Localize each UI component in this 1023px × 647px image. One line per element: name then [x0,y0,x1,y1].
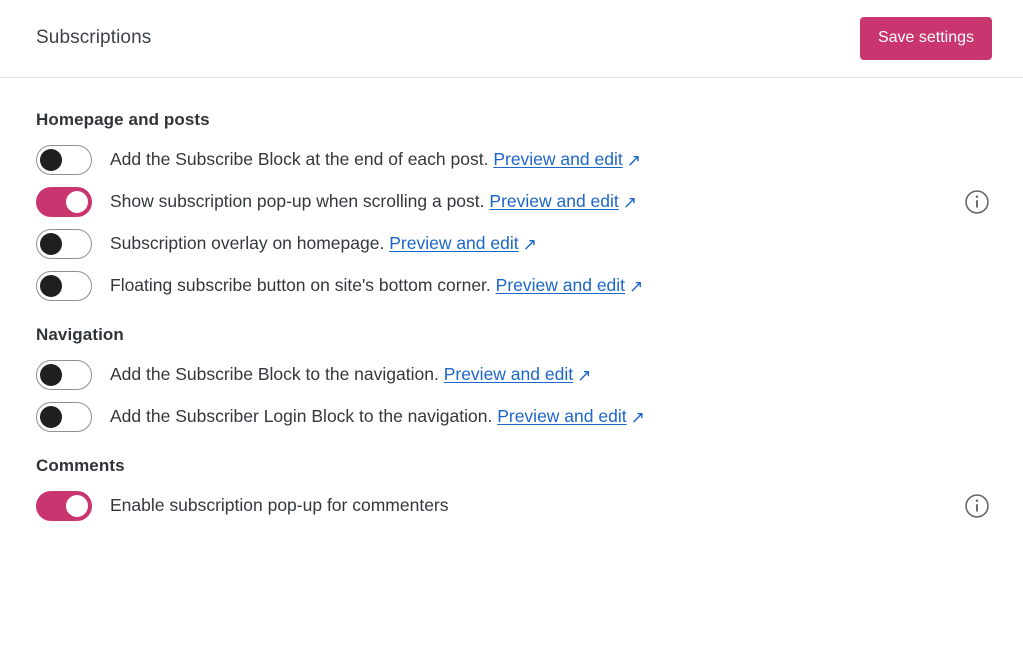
section-heading: Comments [36,456,125,476]
setting-label: Floating subscribe button on site's bott… [110,274,643,298]
info-slot [962,189,992,215]
page-title: Subscriptions [36,27,152,49]
toggle-subscription-overlay-homepage[interactable] [36,229,92,260]
setting-label-text: Add the Subscriber Login Block to the na… [110,406,493,427]
setting-row-main: Floating subscribe button on site's bott… [36,271,950,302]
setting-row-main: Add the Subscribe Block at the end of ea… [36,145,950,176]
external-link-arrow-icon[interactable]: ↗ [577,367,591,384]
setting-row: Subscription overlay on homepage. Previe… [36,223,992,265]
setting-row: Add the Subscribe Block at the end of ea… [36,139,992,181]
info-icon[interactable] [964,189,990,215]
toggle-subscribe-block-end-of-post[interactable] [36,145,92,176]
toggle-subscriber-login-block-navigation[interactable] [36,402,92,433]
setting-row-main: Enable subscription pop-up for commenter… [36,491,950,522]
info-icon[interactable] [964,493,990,519]
setting-row: Add the Subscriber Login Block to the na… [36,396,992,438]
setting-label: Add the Subscribe Block to the navigatio… [110,363,591,387]
toggle-knob [40,364,62,387]
setting-row: Add the Subscribe Block to the navigatio… [36,354,992,396]
setting-label: Enable subscription pop-up for commenter… [110,494,449,518]
panel-header: Subscriptions Save settings [0,0,1023,78]
toggle-knob [66,495,88,518]
preview-and-edit-link[interactable]: Preview and edit [489,191,618,211]
toggle-knob [40,275,62,298]
setting-label: Show subscription pop-up when scrolling … [110,190,637,214]
setting-label: Add the Subscriber Login Block to the na… [110,405,645,429]
setting-row-main: Show subscription pop-up when scrolling … [36,187,950,218]
toggle-knob [40,406,62,429]
toggle-knob [40,149,62,172]
setting-label-text: Add the Subscribe Block to the navigatio… [110,364,439,385]
setting-label-text: Floating subscribe button on site's bott… [110,275,491,296]
settings-section-navigation: Navigation Add the Subscribe Block to the… [36,324,992,438]
preview-and-edit-link[interactable]: Preview and edit [389,233,518,253]
preview-and-edit-link[interactable]: Preview and edit [493,149,622,169]
external-link-arrow-icon[interactable]: ↗ [629,278,643,295]
setting-label-text: Show subscription pop-up when scrolling … [110,191,485,212]
info-slot [962,362,992,388]
toggle-subscription-popup-scrolling[interactable] [36,187,92,218]
info-slot [962,231,992,257]
toggle-subscription-popup-commenters[interactable] [36,491,92,522]
external-link-arrow-icon[interactable]: ↗ [631,409,645,426]
setting-row: Show subscription pop-up when scrolling … [36,181,992,223]
setting-row-main: Add the Subscriber Login Block to the na… [36,402,950,433]
settings-list: Homepage and posts Add the Subscribe Bloc… [0,78,1023,647]
section-heading: Navigation [36,325,124,345]
external-link-arrow-icon[interactable]: ↗ [623,194,637,211]
info-slot [962,493,992,519]
setting-label: Subscription overlay on homepage. Previe… [110,232,537,256]
settings-section-homepage-and-posts: Homepage and posts Add the Subscribe Bloc… [36,109,992,307]
setting-label-text: Add the Subscribe Block at the end of ea… [110,149,489,170]
setting-row: Floating subscribe button on site's bott… [36,265,992,307]
subscriptions-settings-panel: Subscriptions Save settings Homepage and… [0,0,1023,647]
setting-row: Enable subscription pop-up for commenter… [36,485,992,527]
preview-and-edit-link[interactable]: Preview and edit [496,275,625,295]
section-heading: Homepage and posts [36,110,210,129]
toggle-knob [66,191,88,214]
preview-and-edit-link[interactable]: Preview and edit [444,364,573,384]
toggle-floating-subscribe-button[interactable] [36,271,92,302]
info-slot [962,404,992,430]
save-settings-button[interactable]: Save settings [859,17,992,60]
toggle-knob [40,233,62,256]
setting-label-text: Subscription overlay on homepage. [110,233,385,254]
external-link-arrow-icon[interactable]: ↗ [627,152,641,169]
setting-row-main: Add the Subscribe Block to the navigatio… [36,360,950,391]
external-link-arrow-icon[interactable]: ↗ [523,236,537,253]
info-slot [962,147,992,173]
setting-label: Add the Subscribe Block at the end of ea… [110,148,641,172]
toggle-subscribe-block-navigation[interactable] [36,360,92,391]
preview-and-edit-link[interactable]: Preview and edit [497,406,626,426]
settings-section-comments: Comments Enable subscription pop-up for c… [36,455,992,527]
setting-row-main: Subscription overlay on homepage. Previe… [36,229,950,260]
info-slot [962,273,992,299]
setting-label-text: Enable subscription pop-up for commenter… [110,495,449,516]
